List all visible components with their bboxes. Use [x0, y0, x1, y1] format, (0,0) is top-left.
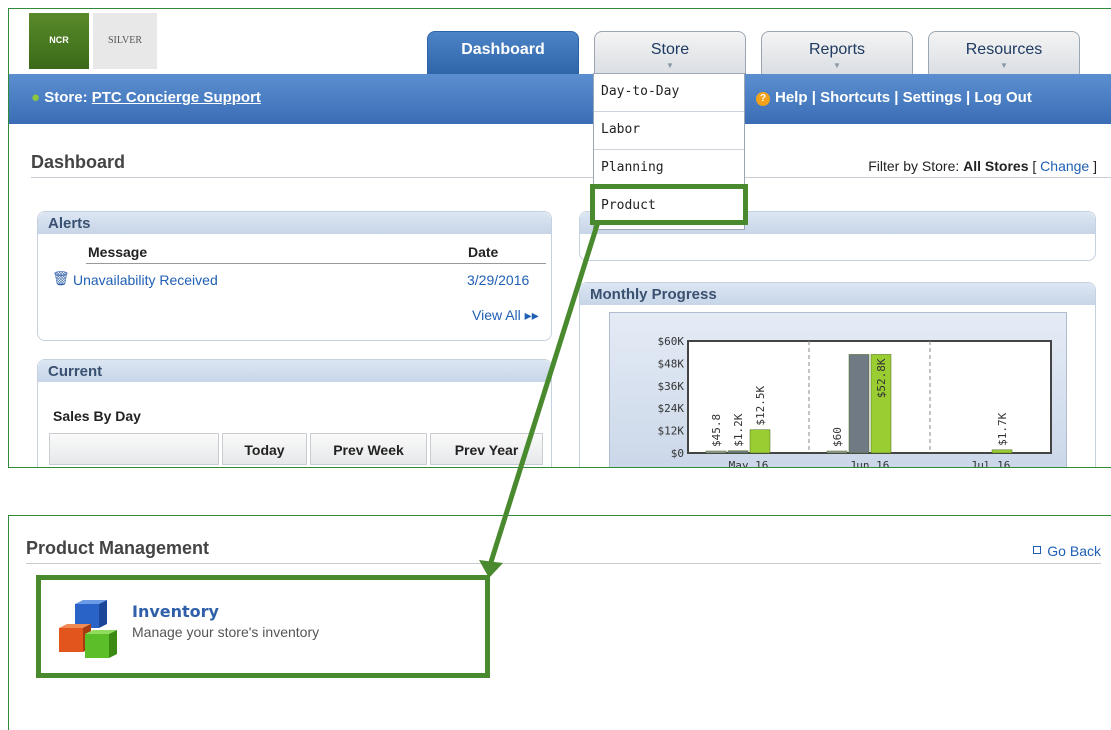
connector-arrow — [479, 221, 601, 578]
